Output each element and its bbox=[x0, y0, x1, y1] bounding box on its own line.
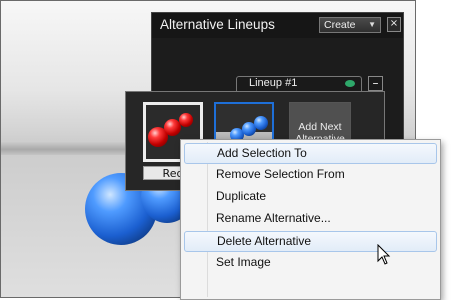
menu-item-remove-selection-from[interactable]: Remove Selection From bbox=[184, 165, 437, 186]
context-menu: Add Selection To Remove Selection From D… bbox=[180, 139, 441, 300]
panel-title: Alternative Lineups bbox=[160, 17, 275, 32]
menu-item-delete-alternative[interactable]: Delete Alternative bbox=[184, 231, 437, 252]
menu-item-rename-alternative[interactable]: Rename Alternative... bbox=[184, 209, 437, 230]
mouse-pointer-icon bbox=[377, 244, 391, 265]
create-dropdown[interactable]: Create ▼ bbox=[319, 17, 381, 33]
blue-sphere bbox=[254, 116, 268, 130]
lineup-name: Lineup #1 bbox=[249, 77, 298, 89]
close-icon[interactable]: × bbox=[387, 17, 401, 32]
create-dropdown-label: Create bbox=[324, 19, 356, 31]
red-sphere bbox=[179, 113, 193, 127]
collapse-lineup-button[interactable]: – bbox=[368, 76, 383, 91]
menu-item-add-selection-to[interactable]: Add Selection To bbox=[184, 143, 437, 164]
menu-item-duplicate[interactable]: Duplicate bbox=[184, 187, 437, 208]
panel-header: Alternative Lineups Create ▼ × bbox=[152, 13, 403, 38]
eye-icon[interactable] bbox=[345, 80, 355, 87]
lineup-tab[interactable]: Lineup #1 bbox=[236, 76, 362, 91]
menu-item-set-image[interactable]: Set Image bbox=[184, 253, 437, 274]
chevron-down-icon: ▼ bbox=[368, 20, 376, 29]
